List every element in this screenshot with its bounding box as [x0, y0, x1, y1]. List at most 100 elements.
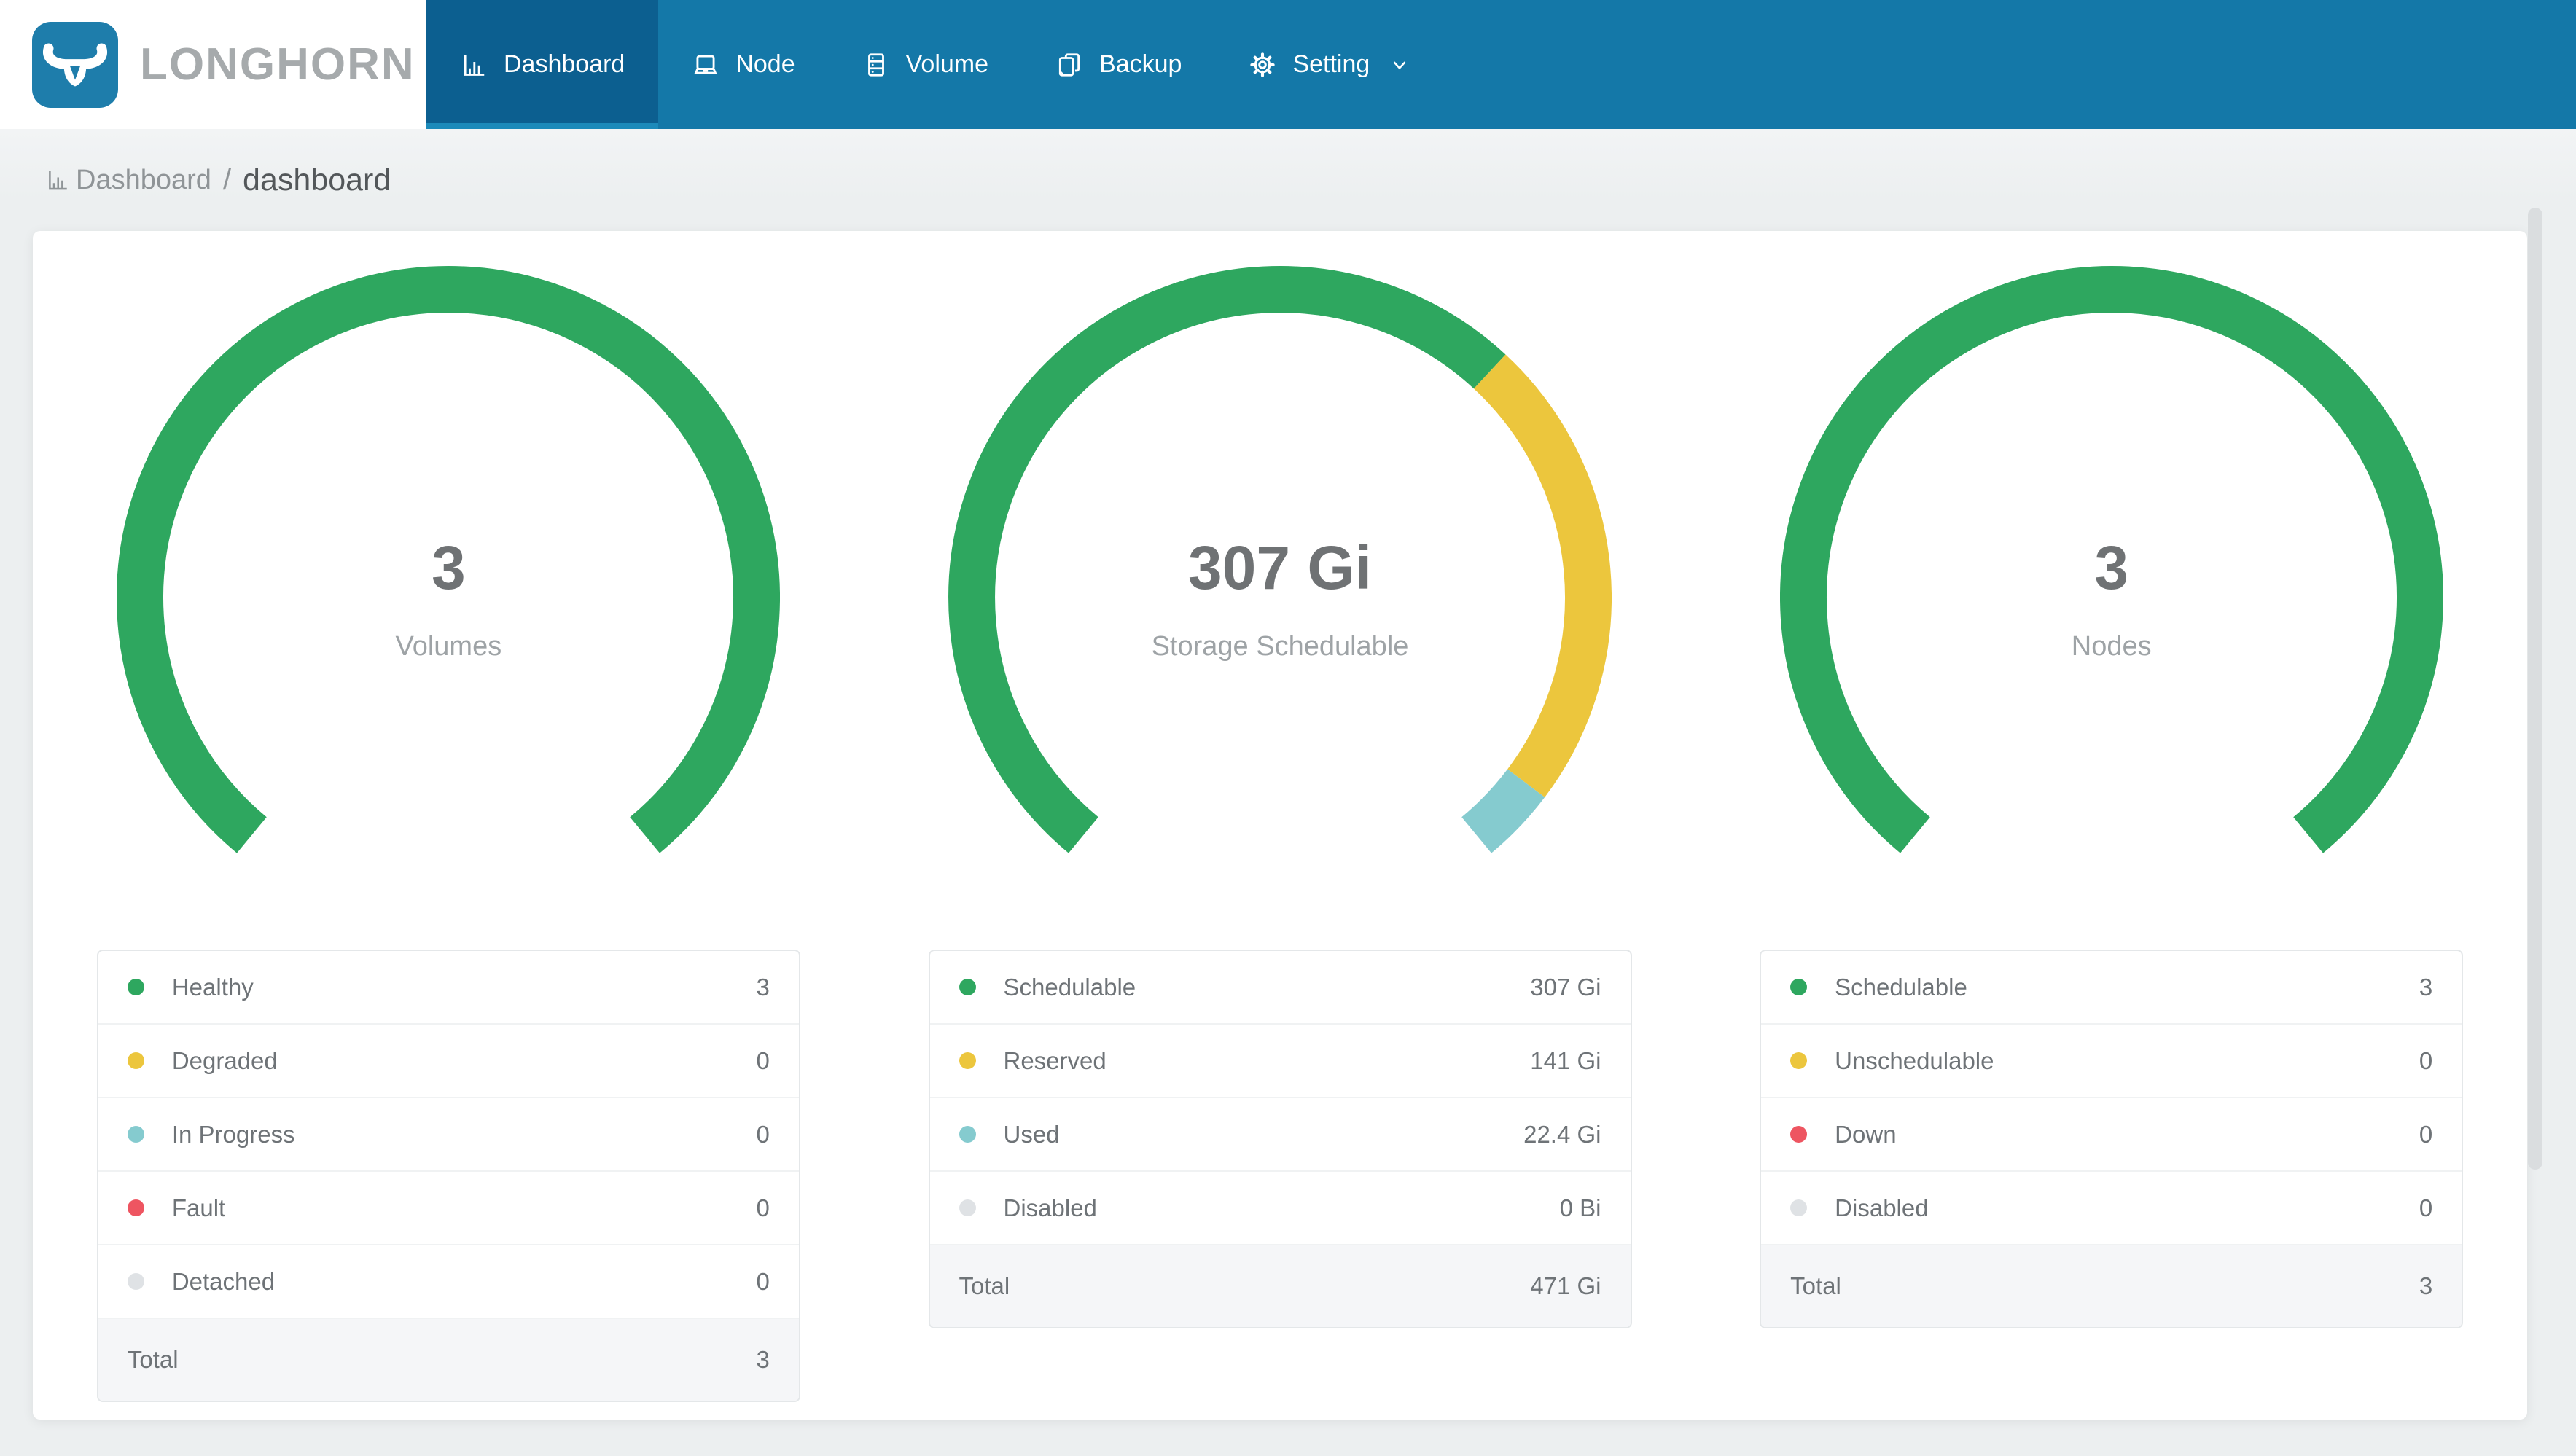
legend-row[interactable]: Detached 0: [98, 1245, 799, 1319]
legend-total-row: Total 471 Gi: [929, 1245, 1631, 1327]
legend-storage: Schedulable 307 Gi Reserved 141 Gi Used 22.4 …: [928, 950, 1632, 1328]
tab-backup[interactable]: Backup: [1022, 0, 1215, 129]
legend-value: 307 Gi: [1530, 973, 1601, 1001]
legend-value: 0: [756, 1120, 770, 1148]
legend-row[interactable]: Used 22.4 Gi: [929, 1098, 1631, 1172]
legend-row[interactable]: Fault 0: [98, 1172, 799, 1245]
panel-nodes: 3 Nodes Schedulable 3 Unschedulable 0 Down 0 D…: [1695, 231, 2527, 1420]
status-dot: [959, 1126, 976, 1143]
status-dot: [959, 1199, 976, 1216]
gauge-ring: [1779, 266, 2443, 853]
status-dot: [1790, 1199, 1808, 1216]
breadcrumb: Dashboard / dashboard: [0, 129, 2576, 231]
vertical-scrollbar-thumb[interactable]: [2528, 208, 2542, 1170]
logo[interactable]: LONGHORN: [0, 0, 426, 129]
legend-value: 3: [756, 973, 770, 1001]
breadcrumb-separator: /: [222, 163, 232, 196]
legend-value: 0: [2419, 1120, 2433, 1148]
legend-value: 0: [2419, 1046, 2433, 1074]
tab-node[interactable]: Node: [658, 0, 828, 129]
legend-total-row: Total 3: [1761, 1245, 2462, 1327]
gauge-ring: [948, 266, 1612, 853]
status-dot: [127, 1199, 144, 1216]
gauge-arc-segment: [1779, 266, 2443, 853]
tab-setting[interactable]: Setting: [1215, 0, 1444, 129]
breadcrumb-section: Dashboard: [76, 164, 211, 195]
tab-label: Node: [735, 50, 795, 78]
legend-label: Used: [1003, 1120, 1060, 1148]
legend-value: 22.4 Gi: [1523, 1120, 1601, 1148]
breadcrumb-section-link[interactable]: Dashboard: [45, 165, 211, 196]
tab-label: Dashboard: [504, 50, 625, 78]
legend-row[interactable]: Down 0: [1761, 1098, 2462, 1172]
legend-label: Reserved: [1003, 1046, 1106, 1074]
total-value: 3: [756, 1346, 770, 1373]
legend-row[interactable]: In Progress 0: [98, 1098, 799, 1172]
status-dot: [1790, 1126, 1808, 1143]
legend-label: Detached: [171, 1267, 276, 1295]
legend-row[interactable]: Disabled 0: [1761, 1172, 2462, 1245]
tab-dashboard[interactable]: Dashboard: [426, 0, 659, 129]
legend-label: Disabled: [1835, 1194, 1929, 1221]
gauge-arc-segment: [1461, 769, 1545, 853]
total-label: Total: [127, 1346, 179, 1373]
legend-value: 0 Bi: [1559, 1194, 1601, 1221]
status-dot: [959, 979, 976, 995]
legend-volumes: Healthy 3 Degraded 0 In Progress 0 Fault 0 Detac…: [96, 950, 800, 1402]
legend-label: Disabled: [1003, 1194, 1097, 1221]
longhorn-logo-icon: [32, 21, 118, 108]
legend-row[interactable]: Reserved 141 Gi: [929, 1025, 1631, 1098]
legend-row[interactable]: Disabled 0 Bi: [929, 1172, 1631, 1245]
legend-row[interactable]: Schedulable 3: [1761, 951, 2462, 1025]
legend-label: Fault: [171, 1194, 226, 1221]
total-label: Total: [1790, 1272, 1841, 1299]
gauge-arc-segment: [1473, 354, 1612, 797]
panel-volumes: 3 Volumes Healthy 3 Degraded 0 In Progress 0 F…: [33, 231, 864, 1420]
bar-chart-icon: [460, 51, 488, 79]
legend-row[interactable]: Schedulable 307 Gi: [929, 951, 1631, 1025]
legend-label: Degraded: [171, 1046, 278, 1074]
nav-tabs: Dashboard Node Volume Backup Setting: [426, 0, 1444, 129]
legend-value: 0: [756, 1267, 770, 1295]
status-dot: [127, 979, 144, 995]
legend-nodes: Schedulable 3 Unschedulable 0 Down 0 Disabled 0…: [1760, 950, 2464, 1328]
legend-value: 141 Gi: [1530, 1046, 1601, 1074]
gauge-arc-segment: [117, 266, 781, 853]
status-dot: [959, 1052, 976, 1069]
breadcrumb-page: dashboard: [243, 162, 391, 197]
legend-value: 0: [2419, 1194, 2433, 1221]
total-value: 471 Gi: [1530, 1272, 1601, 1299]
laptop-icon: [692, 51, 719, 79]
legend-row[interactable]: Degraded 0: [98, 1025, 799, 1098]
status-dot: [127, 1126, 144, 1143]
panel-storage: 307 Gi Storage Schedulable Schedulable 30…: [864, 231, 1696, 1420]
status-dot: [127, 1052, 144, 1069]
tab-label: Setting: [1292, 50, 1370, 78]
legend-value: 0: [756, 1046, 770, 1074]
legend-row[interactable]: Unschedulable 0: [1761, 1025, 2462, 1098]
legend-total-row: Total 3: [98, 1319, 799, 1401]
gauge-storage: 307 Gi Storage Schedulable: [948, 266, 1612, 929]
status-dot: [1790, 1052, 1808, 1069]
legend-label: Healthy: [171, 973, 254, 1001]
legend-label: Down: [1835, 1120, 1897, 1148]
tab-volume[interactable]: Volume: [829, 0, 1022, 129]
tab-label: Volume: [905, 50, 989, 78]
logo-wordmark: LONGHORN: [140, 39, 415, 90]
gauge-ring: [117, 266, 781, 853]
top-navbar: LONGHORN Dashboard Node Volume Backup Se…: [0, 0, 2576, 129]
legend-label: Schedulable: [1835, 973, 1967, 1001]
legend-label: Schedulable: [1003, 973, 1136, 1001]
chevron-down-icon: [1389, 54, 1410, 76]
server-stack-icon: [862, 51, 890, 79]
legend-row[interactable]: Healthy 3: [98, 951, 799, 1025]
total-value: 3: [2419, 1272, 2433, 1299]
legend-label: In Progress: [171, 1120, 295, 1148]
legend-value: 3: [2419, 973, 2433, 1001]
gauge-volumes: 3 Volumes: [117, 266, 781, 929]
dashboard-card: 3 Volumes Healthy 3 Degraded 0 In Progress 0 F…: [33, 231, 2527, 1420]
status-dot: [127, 1273, 144, 1290]
gear-icon: [1249, 51, 1276, 79]
legend-value: 0: [756, 1194, 770, 1221]
legend-label: Unschedulable: [1835, 1046, 1994, 1074]
